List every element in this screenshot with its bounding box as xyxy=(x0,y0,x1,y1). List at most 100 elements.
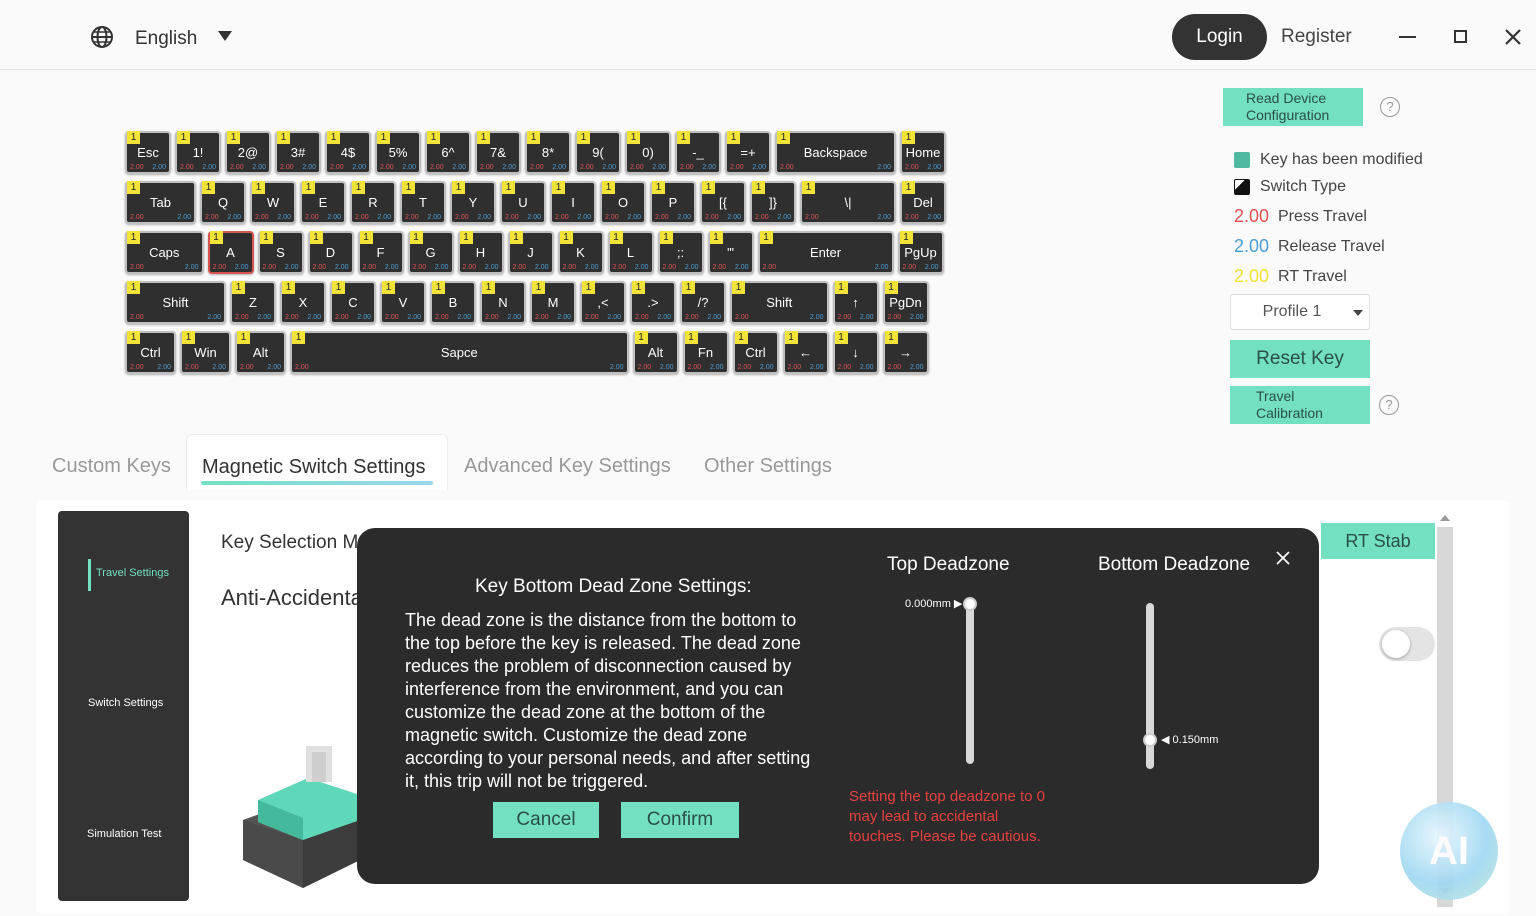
rt-stab-button[interactable]: RT Stab xyxy=(1321,523,1435,559)
key-1-0[interactable]: 1 Tab 2.00 2.00 xyxy=(125,181,196,224)
profile-select[interactable]: Profile 1 xyxy=(1230,294,1370,330)
tab-other-settings[interactable]: Other Settings xyxy=(704,455,832,478)
key-3-10[interactable]: 1/? 2.00 2.00 xyxy=(680,281,726,324)
read-device-config-button[interactable]: Read Device Configuration xyxy=(1223,88,1363,126)
travel-calibration-button[interactable]: Travel Calibration xyxy=(1230,386,1370,424)
key-3-4[interactable]: 1 V 2.00 2.00 xyxy=(380,281,426,324)
reset-key-button[interactable]: Reset Key xyxy=(1230,340,1370,378)
key-0-8[interactable]: 1 8* 2.00 2.00 xyxy=(525,131,571,174)
key-2-1[interactable]: 1 A 2.00 2.00 xyxy=(207,231,254,274)
key-4-1[interactable]: 1 Win 2.00 2.00 xyxy=(180,331,231,374)
nav-simulation-test[interactable]: Simulation Test xyxy=(87,828,161,840)
key-1-6[interactable]: 1 Y 2.00 2.00 xyxy=(450,181,496,224)
ai-assistant-button[interactable]: AI xyxy=(1400,802,1498,900)
key-2-4[interactable]: 1 F 2.00 2.00 xyxy=(357,231,404,274)
key-0-12[interactable]: 1 =+ 2.00 2.00 xyxy=(725,131,771,174)
key-1-5[interactable]: 1 T 2.00 2.00 xyxy=(400,181,446,224)
confirm-button[interactable]: Confirm xyxy=(621,802,739,838)
key-2-13[interactable]: 1 PgUp 2.00 2.00 xyxy=(897,231,944,274)
tab-advanced-key-settings[interactable]: Advanced Key Settings xyxy=(464,455,671,478)
key-2-12[interactable]: 1 Enter 2.00 2.00 xyxy=(757,231,894,274)
key-0-4[interactable]: 1 4$ 2.00 2.00 xyxy=(325,131,371,174)
toggle-knob[interactable] xyxy=(1382,630,1410,658)
chevron-down-icon[interactable] xyxy=(218,31,232,41)
key-2-0[interactable]: 1 Caps 2.00 2.00 xyxy=(125,231,204,274)
key-0-5[interactable]: 1 5% 2.00 2.00 xyxy=(375,131,421,174)
key-3-2[interactable]: 1 X 2.00 2.00 xyxy=(280,281,326,324)
key-4-4[interactable]: 1 Alt 2.00 2.00 xyxy=(632,331,679,374)
cancel-button[interactable]: Cancel xyxy=(493,802,599,838)
key-2-3[interactable]: 1 D 2.00 2.00 xyxy=(307,231,354,274)
language-selector[interactable]: English xyxy=(135,28,197,50)
key-1-14[interactable]: 1 Del 2.00 2.00 xyxy=(900,181,946,224)
key-1-11[interactable]: 1 [{2.00 2.00 xyxy=(700,181,746,224)
key-1-12[interactable]: 1]} 2.00 2.00 xyxy=(750,181,796,224)
key-3-1[interactable]: 1 Z 2.00 2.00 xyxy=(230,281,276,324)
key-4-0[interactable]: 1 Ctrl 2.00 2.00 xyxy=(125,331,176,374)
key-1-1[interactable]: 1 Q 2.00 2.00 xyxy=(200,181,246,224)
key-2-9[interactable]: 1 L 2.00 2.00 xyxy=(607,231,654,274)
key-4-9[interactable]: 1 → 2.00 2.00 xyxy=(882,331,929,374)
key-4-8[interactable]: 1 ↓ 2.00 2.00 xyxy=(832,331,879,374)
minimize-icon[interactable] xyxy=(1399,36,1416,38)
top-deadzone-slider-thumb[interactable] xyxy=(963,597,977,611)
key-2-11[interactable]: 1 '" 2.00 2.00 xyxy=(707,231,754,274)
key-3-13[interactable]: 1 PgDn 2.00 2.00 xyxy=(882,281,929,324)
key-0-6[interactable]: 1 6^ 2.00 2.00 xyxy=(425,131,471,174)
close-icon[interactable] xyxy=(1274,549,1292,567)
key-1-9[interactable]: 1 O 2.00 2.00 xyxy=(600,181,646,224)
key-0-1[interactable]: 1 1! 2.00 2.00 xyxy=(175,131,221,174)
chevron-down-icon[interactable] xyxy=(1353,310,1363,316)
globe-icon[interactable] xyxy=(90,25,114,49)
key-2-6[interactable]: 1 H 2.00 2.00 xyxy=(457,231,504,274)
key-0-3[interactable]: 1 3# 2.00 2.00 xyxy=(275,131,321,174)
key-3-0[interactable]: 1 Shift 2.00 2.00 xyxy=(125,281,226,324)
key-4-7[interactable]: 1 ← 2.00 2.00 xyxy=(782,331,829,374)
key-3-9[interactable]: 1 .> 2.00 2.00 xyxy=(630,281,676,324)
key-layer-badge: 1 xyxy=(382,281,395,294)
key-0-0[interactable]: 1 Esc 2.00 2.00 xyxy=(125,131,171,174)
maximize-icon[interactable] xyxy=(1454,30,1467,43)
key-1-3[interactable]: 1 E 2.00 2.00 xyxy=(300,181,346,224)
key-3-8[interactable]: 1 ,< 2.00 2.00 xyxy=(580,281,626,324)
key-3-6[interactable]: 1 N 2.00 2.00 xyxy=(480,281,526,324)
key-2-7[interactable]: 1 J 2.00 2.00 xyxy=(507,231,554,274)
key-4-3[interactable]: 1 Sapce 2.00 2.00 xyxy=(290,331,629,374)
key-2-8[interactable]: 1 K 2.00 2.00 xyxy=(557,231,604,274)
key-1-10[interactable]: 1 P 2.00 2.00 xyxy=(650,181,696,224)
key-3-5[interactable]: 1 B 2.00 2.00 xyxy=(430,281,476,324)
tab-custom-keys[interactable]: Custom Keys xyxy=(52,455,171,478)
key-1-8[interactable]: 1 I 2.00 2.00 xyxy=(550,181,596,224)
key-0-14[interactable]: 1 Home 2.00 2.00 xyxy=(900,131,946,174)
key-3-7[interactable]: 1 M 2.00 2.00 xyxy=(530,281,576,324)
key-2-10[interactable]: 1;: 2.00 2.00 xyxy=(657,231,704,274)
key-2-2[interactable]: 1 S 2.00 2.00 xyxy=(257,231,304,274)
key-1-2[interactable]: 1 W 2.00 2.00 xyxy=(250,181,296,224)
help-icon[interactable]: ? xyxy=(1379,395,1399,415)
key-2-5[interactable]: 1 G 2.00 2.00 xyxy=(407,231,454,274)
scroll-up-icon[interactable] xyxy=(1440,515,1450,521)
key-0-13[interactable]: 1 Backspace 2.00 2.00 xyxy=(775,131,896,174)
login-button[interactable]: Login xyxy=(1172,14,1267,60)
nav-travel-settings[interactable]: Travel Settings xyxy=(96,567,169,579)
close-icon[interactable] xyxy=(1503,27,1523,47)
key-0-7[interactable]: 1 7& 2.00 2.00 xyxy=(475,131,521,174)
register-button[interactable]: Register xyxy=(1281,26,1352,48)
key-4-6[interactable]: 1 Ctrl 2.00 2.00 xyxy=(732,331,779,374)
key-0-9[interactable]: 1 9(2.00 2.00 xyxy=(575,131,621,174)
key-1-4[interactable]: 1 R 2.00 2.00 xyxy=(350,181,396,224)
top-deadzone-slider-track[interactable] xyxy=(966,598,974,764)
key-1-7[interactable]: 1 U 2.00 2.00 xyxy=(500,181,546,224)
key-0-11[interactable]: 1 -_ 2.00 2.00 xyxy=(675,131,721,174)
key-3-11[interactable]: 1 Shift 2.00 2.00 xyxy=(730,281,829,324)
key-3-3[interactable]: 1 C 2.00 2.00 xyxy=(330,281,376,324)
key-4-2[interactable]: 1 Alt 2.00 2.00 xyxy=(235,331,286,374)
key-1-13[interactable]: 1 \| 2.00 2.00 xyxy=(800,181,896,224)
key-0-10[interactable]: 1 0) 2.00 2.00 xyxy=(625,131,671,174)
key-4-5[interactable]: 1 Fn 2.00 2.00 xyxy=(682,331,729,374)
nav-switch-settings[interactable]: Switch Settings xyxy=(88,697,163,709)
key-3-12[interactable]: 1 ↑ 2.00 2.00 xyxy=(832,281,879,324)
bottom-deadzone-slider-thumb[interactable] xyxy=(1143,733,1157,747)
key-0-2[interactable]: 1 2@ 2.00 2.00 xyxy=(225,131,271,174)
help-icon[interactable]: ? xyxy=(1380,97,1400,117)
